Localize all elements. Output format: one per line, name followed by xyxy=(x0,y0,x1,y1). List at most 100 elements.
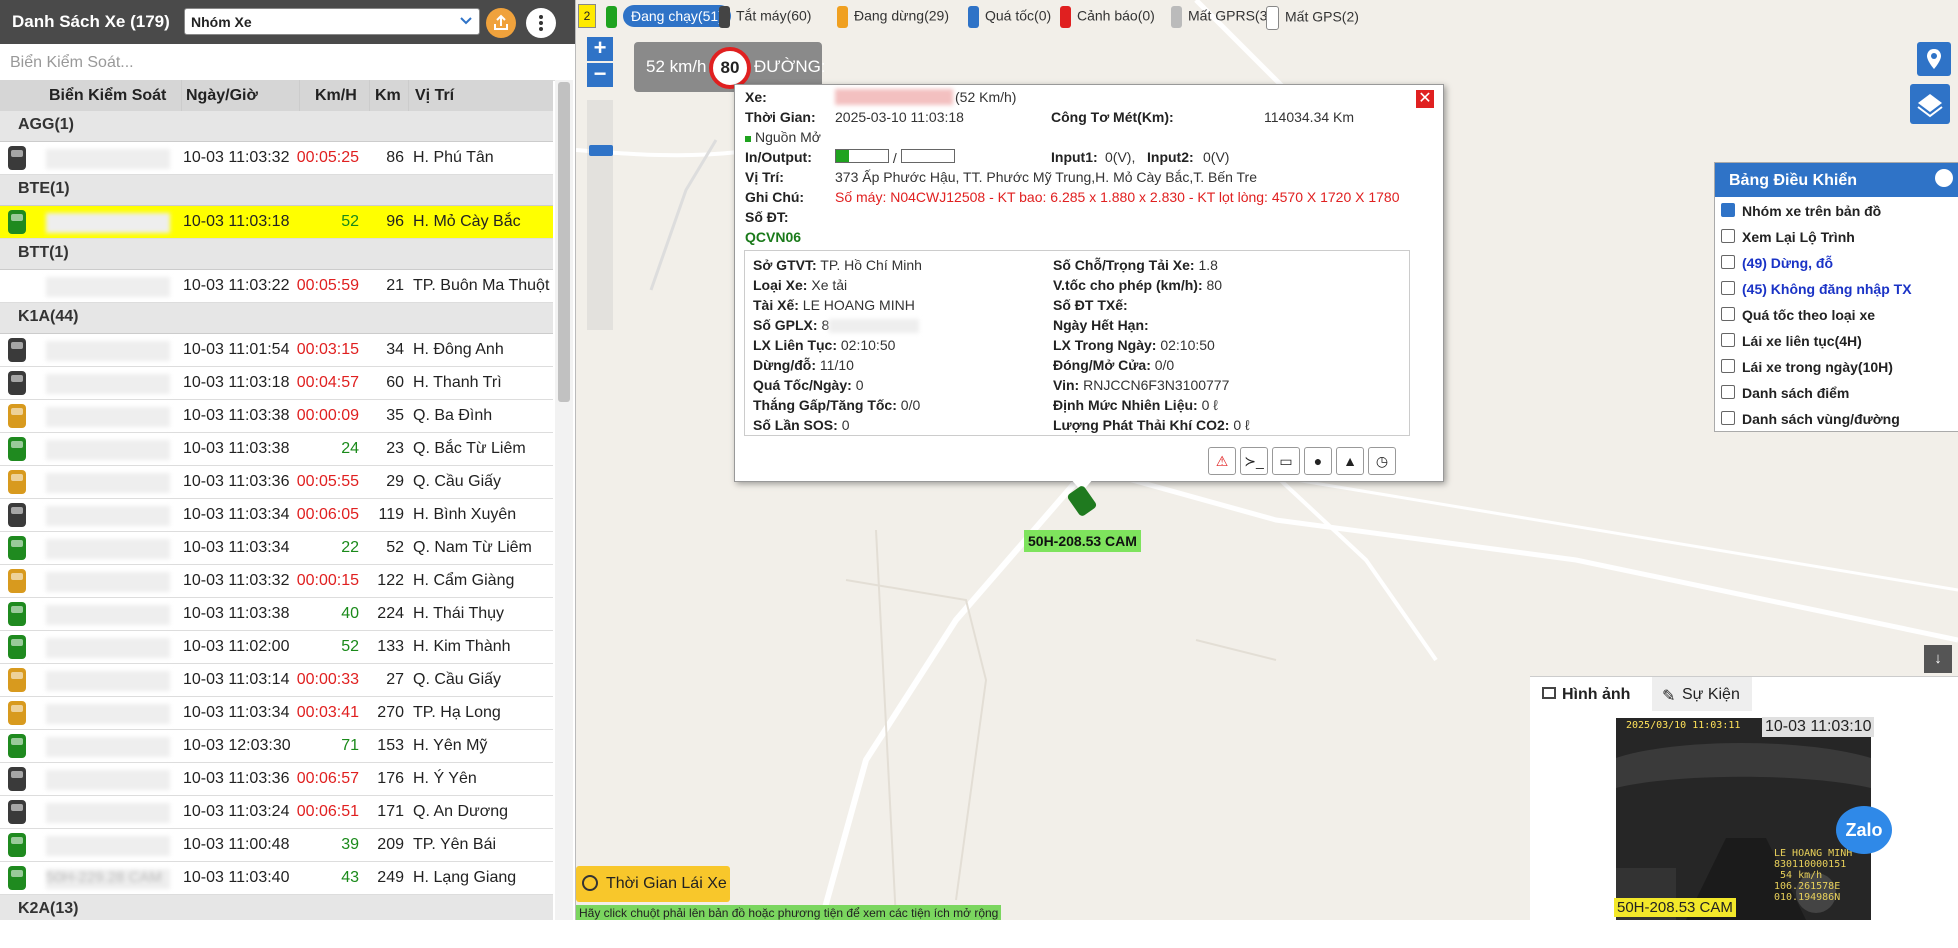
detail-label: V.tốc cho phép (km/h): xyxy=(1053,277,1203,293)
group-header[interactable]: BTT(1) xyxy=(0,239,553,270)
column-speed[interactable]: Km/H xyxy=(315,87,357,105)
filter-pill[interactable]: Mất GPRS(39) xyxy=(1171,6,1280,30)
control-panel-option[interactable]: Danh sách điểm xyxy=(1721,385,1849,401)
checkbox[interactable] xyxy=(1721,411,1735,425)
zalo-chat-button[interactable]: Zalo xyxy=(1836,806,1892,854)
vehicle-row[interactable]: 10-03 11:03:24 00:06:51 171 Q. An Dương xyxy=(0,796,553,829)
vehicle-status-icon xyxy=(1060,6,1071,28)
checkbox[interactable] xyxy=(1721,229,1735,243)
control-panel-option[interactable]: (49) Dừng, đỗ xyxy=(1721,255,1833,271)
vehicle-row[interactable]: 10-03 11:01:54 00:03:15 34 H. Đông Anh xyxy=(0,334,553,367)
tab-events[interactable]: ✎ Sự Kiện xyxy=(1652,677,1752,711)
group-header[interactable]: K2A(13) xyxy=(0,895,553,920)
vehicle-row[interactable]: 10-03 12:03:30 71 153 H. Yên Mỹ xyxy=(0,730,553,763)
column-plate[interactable]: Biển Kiểm Soát xyxy=(49,87,166,105)
vehicle-row[interactable]: 10-03 11:03:32 00:00:15 122 H. Cẩm Giàng xyxy=(0,565,553,598)
group-header[interactable]: K1A(44) xyxy=(0,303,553,334)
vehicle-row[interactable]: 10-03 11:00:48 39 209 TP. Yên Bái xyxy=(0,829,553,862)
filter-pill[interactable]: Mất GPS(2) xyxy=(1266,6,1359,30)
vehicle-time: 10-03 11:03:34 xyxy=(183,539,290,556)
vehicle-row[interactable]: 10-03 11:02:00 52 133 H. Kim Thành xyxy=(0,631,553,664)
zoom-out-button[interactable]: − xyxy=(587,63,613,87)
vehicle-row[interactable]: 10-03 11:03:18 52 96 H. Mỏ Cày Bắc xyxy=(0,206,553,239)
column-time[interactable]: Ngày/Giờ xyxy=(186,87,258,105)
vehicle-km: 96 xyxy=(386,213,404,230)
road-tool-button[interactable]: ▲ xyxy=(1336,447,1364,475)
collapse-icon[interactable] xyxy=(1935,169,1953,187)
command-tool-button[interactable]: ≻_ xyxy=(1240,447,1268,475)
scrollbar-thumb[interactable] xyxy=(558,82,570,402)
filter-pill[interactable]: Đang chạy(51) xyxy=(606,4,731,30)
vehicle-time: 10-03 11:03:32 xyxy=(183,572,290,589)
vehicle-row[interactable]: 10-03 11:03:34 22 52 Q. Nam Từ Liêm xyxy=(0,532,553,565)
detail-label: Loại Xe: xyxy=(753,277,808,293)
filter-pill[interactable]: Cảnh báo(0) xyxy=(1060,6,1155,30)
plate-search-input[interactable] xyxy=(8,50,552,76)
warning-tool-button[interactable]: ⚠ xyxy=(1208,447,1236,475)
vehicle-row[interactable]: 10-03 11:03:34 00:03:41 270 TP. Hạ Long xyxy=(0,697,553,730)
column-location[interactable]: Vị Trí xyxy=(415,87,454,105)
zoom-slider-handle[interactable] xyxy=(589,145,613,156)
vehicle-map-label[interactable]: 50H-208.53 CAM xyxy=(1024,530,1141,552)
filter-pill[interactable]: Tắt máy(60) xyxy=(719,6,811,30)
vehicle-row[interactable]: 50H-229.28 CAM 10-03 11:03:40 43 249 H. Lạng… xyxy=(0,862,553,895)
vehicle-speed: 40 xyxy=(341,605,359,622)
control-panel-option[interactable]: Lái xe trong ngày(10H) xyxy=(1721,359,1893,375)
vehicle-row[interactable]: 10-03 11:03:36 00:06:57 176 H. Ý Yên xyxy=(0,763,553,796)
vehicle-row[interactable]: 10-03 11:03:38 00:00:09 35 Q. Ba Đình xyxy=(0,400,553,433)
map-layers-button[interactable] xyxy=(1910,84,1950,124)
control-panel-header[interactable]: Bảng Điều Khiển xyxy=(1715,163,1958,197)
monitor-tool-button[interactable]: ▭ xyxy=(1272,447,1300,475)
export-button[interactable] xyxy=(486,8,516,38)
control-panel-option[interactable]: Lái xe liên tục(4H) xyxy=(1721,333,1862,349)
vehicle-group-select[interactable]: Nhóm Xe xyxy=(184,8,480,35)
control-panel-option[interactable]: Danh sách vùng/đường xyxy=(1721,411,1900,427)
vehicle-info-popup: ✕ Xe: (52 Km/h) Thời Gian: 2025-03-10 11… xyxy=(734,84,1444,482)
checkbox[interactable] xyxy=(1721,359,1735,373)
control-panel-option[interactable]: Xem Lại Lộ Trình xyxy=(1721,229,1855,245)
zoom-slider[interactable] xyxy=(587,100,613,330)
vehicle-row[interactable]: 10-03 11:03:34 00:06:05 119 H. Bình Xuyên xyxy=(0,499,553,532)
vehicle-row[interactable]: 10-03 11:03:32 00:05:25 86 H. Phú Tân xyxy=(0,142,553,175)
camera-snapshot[interactable]: 2025/03/10 11:03:11 LE HOANG MINH 830110… xyxy=(1616,718,1871,920)
checkbox[interactable] xyxy=(1721,333,1735,347)
upload-icon xyxy=(494,14,508,30)
drive-time-button[interactable]: Thời Gian Lái Xe xyxy=(576,866,730,902)
vehicle-status-icon xyxy=(8,635,26,659)
pin-tool-button[interactable]: ● xyxy=(1304,447,1332,475)
more-options-button[interactable] xyxy=(526,8,556,38)
checkbox[interactable] xyxy=(1721,385,1735,399)
vehicle-time: 10-03 11:03:36 xyxy=(183,770,290,787)
vehicle-speed: 00:03:15 xyxy=(296,341,359,358)
vehicle-list-scrollbar[interactable] xyxy=(555,80,573,920)
zoom-in-button[interactable]: + xyxy=(587,37,613,61)
column-km[interactable]: Km xyxy=(375,87,401,105)
arrow-down-button[interactable]: ↓ xyxy=(1924,645,1952,673)
qcvn-label[interactable]: QCVN06 xyxy=(745,229,801,245)
control-panel-option[interactable]: Quá tốc theo loại xe xyxy=(1721,307,1875,323)
group-header[interactable]: AGG(1) xyxy=(0,111,553,142)
vehicle-row[interactable]: 10-03 11:03:36 00:05:55 29 Q. Cầu Giấy xyxy=(0,466,553,499)
vehicle-row[interactable]: 10-03 11:03:38 24 23 Q. Bắc Từ Liêm xyxy=(0,433,553,466)
control-panel-option[interactable]: Nhóm xe trên bản đồ xyxy=(1721,203,1881,219)
group-header[interactable]: BTE(1) xyxy=(0,175,553,206)
checkbox[interactable] xyxy=(1721,307,1735,321)
current-speed: 52 km/h xyxy=(646,57,707,76)
filter-pill[interactable]: Đang dừng(29) xyxy=(837,6,949,30)
vehicle-row[interactable]: 10-03 11:03:18 00:04:57 60 H. Thanh Trì xyxy=(0,367,553,400)
checkbox[interactable] xyxy=(1721,281,1735,295)
close-icon[interactable]: ✕ xyxy=(1416,90,1434,108)
vehicle-row[interactable]: 10-03 11:03:22 00:05:59 21 TP. Buôn Ma Thuộ… xyxy=(0,270,553,303)
vehicle-row[interactable]: 10-03 11:03:38 40 224 H. Thái Thụy xyxy=(0,598,553,631)
checkbox[interactable] xyxy=(1721,203,1735,217)
detail-label: Sở GTVT: xyxy=(753,257,817,273)
vehicle-row[interactable]: 10-03 11:03:14 00:00:33 27 Q. Cầu Giấy xyxy=(0,664,553,697)
tab-images[interactable]: Hình ảnh xyxy=(1534,677,1652,711)
detail-value: 11/10 xyxy=(819,357,854,373)
location-pin-button[interactable] xyxy=(1917,42,1951,76)
filter-pill[interactable]: Quá tốc(0) xyxy=(968,6,1051,30)
filter-pill-label: Đang dừng(29) xyxy=(854,7,949,24)
checkbox[interactable] xyxy=(1721,255,1735,269)
history-tool-button[interactable]: ◷ xyxy=(1368,447,1396,475)
control-panel-option[interactable]: (45) Không đăng nhập TX xyxy=(1721,281,1912,297)
